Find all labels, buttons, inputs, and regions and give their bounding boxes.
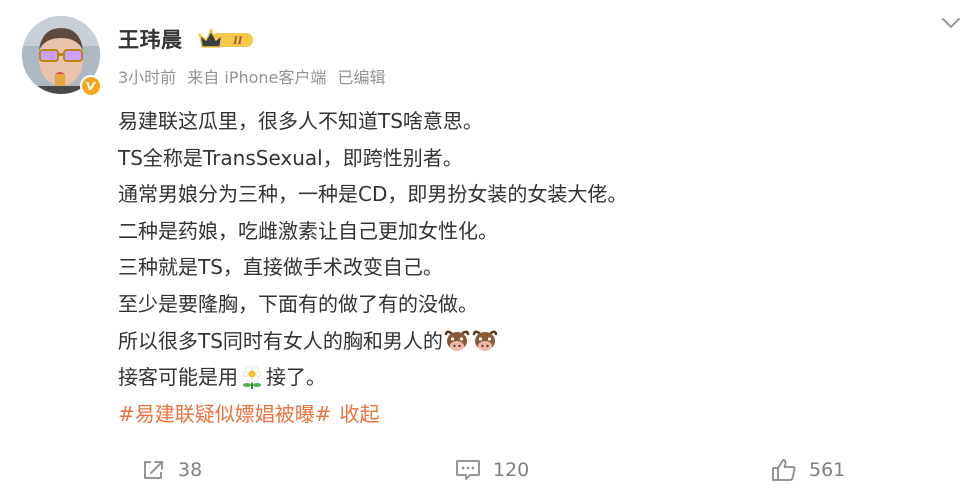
content-line-8-after: 接了。 bbox=[266, 365, 326, 390]
share-count: 38 bbox=[178, 459, 203, 481]
comment-button[interactable]: 120 bbox=[455, 452, 529, 488]
thumbs-up-icon bbox=[772, 459, 796, 481]
post-actions-bar: 38 120 561 bbox=[0, 452, 974, 488]
comment-icon bbox=[456, 460, 480, 480]
chevron-down-icon[interactable] bbox=[939, 14, 963, 32]
share-icon bbox=[144, 461, 163, 479]
crown-vip-icon[interactable]: II bbox=[197, 27, 255, 51]
content-line-6: 至少是要隆胸，下面有的做了有的没做。 bbox=[118, 291, 478, 316]
content-line-7: 所以很多TS同时有女人的胸和男人的 bbox=[118, 323, 958, 360]
hashtag-link[interactable]: #易建联疑似嫖娼被曝# bbox=[118, 396, 332, 433]
post-content: 易建联这瓜里，很多人不知道TS啥意思。 TS全称是TransSexual，即跨性… bbox=[118, 103, 958, 432]
content-line-8-before: 接客可能是用 bbox=[118, 365, 238, 390]
cow-face-icon bbox=[472, 328, 498, 354]
collapse-text-button[interactable]: 收起 bbox=[340, 396, 380, 433]
like-count: 561 bbox=[809, 459, 846, 481]
cow-face-icon bbox=[444, 328, 470, 354]
content-line-4: 二种是药娘，吃雌激素让自己更加女性化。 bbox=[118, 218, 498, 243]
post-meta: 3小时前 来自 iPhone客户端 已编辑 bbox=[118, 64, 392, 88]
comment-count: 120 bbox=[493, 459, 530, 481]
content-line-3: 通常男娘分为三种，一种是CD，即男扮女装的女装大佬。 bbox=[118, 182, 628, 207]
content-line-8: 接客可能是用 接了。 bbox=[118, 359, 958, 396]
post-time[interactable]: 3小时前 bbox=[118, 68, 176, 87]
tags-line: #易建联疑似嫖娼被曝# 收起 bbox=[118, 396, 958, 433]
flower-icon bbox=[239, 364, 265, 390]
content-line-7-text: 所以很多TS同时有女人的胸和男人的 bbox=[118, 328, 443, 353]
edited-label[interactable]: 已编辑 bbox=[337, 68, 385, 87]
content-line-1: 易建联这瓜里，很多人不知道TS啥意思。 bbox=[118, 109, 483, 133]
content-line-5: 三种就是TS，直接做手术改变自己。 bbox=[118, 255, 443, 280]
weibo-post-card: 王玮晨 II 3小时前 来自 iPhone客户端 已编辑 易建联这瓜里，很多人不… bbox=[0, 0, 974, 496]
username[interactable]: 王玮晨 bbox=[118, 24, 183, 54]
verified-badge-icon bbox=[80, 75, 102, 97]
content-line-2: TS全称是TransSexual，即跨性别者。 bbox=[118, 145, 463, 170]
vip-level: II bbox=[232, 33, 244, 47]
share-button[interactable]: 38 bbox=[142, 452, 202, 488]
like-button[interactable]: 561 bbox=[771, 452, 845, 488]
post-source: 来自 iPhone客户端 bbox=[187, 68, 327, 87]
